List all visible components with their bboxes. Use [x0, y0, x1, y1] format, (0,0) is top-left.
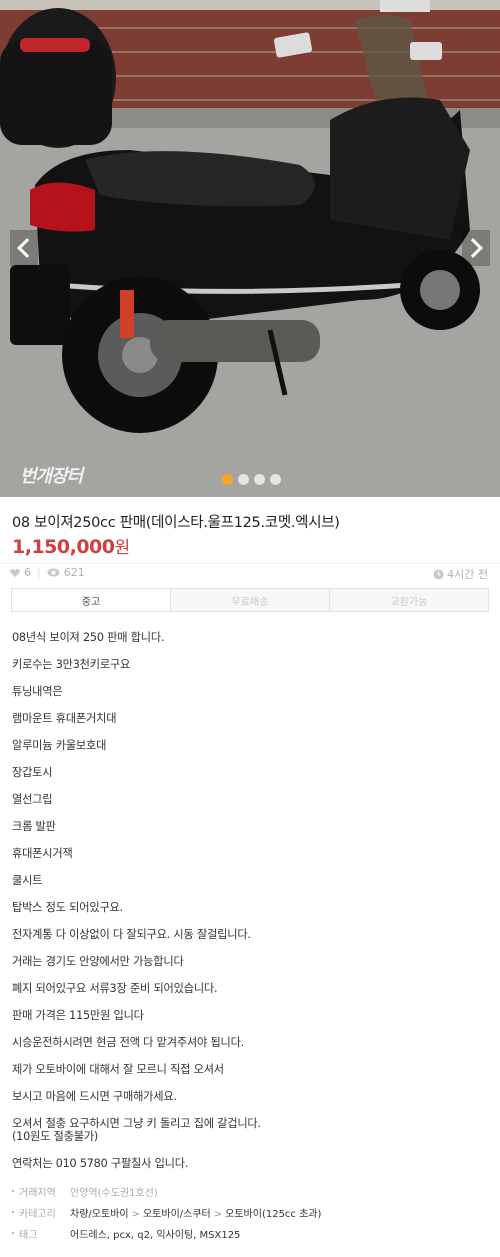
category-breadcrumb: 차량/오토바이 > 오토바이/스쿠터 > 오토바이(125cc 초과): [70, 1205, 321, 1220]
description-line: 연락처는 010 5780 구팔칠사 입니다.: [12, 1157, 189, 1170]
carousel-indicators: [222, 474, 281, 485]
description-line: 알루미늄 카울보호대: [12, 739, 107, 752]
meta-location-row: 거래지역 안양역(수도권1호선): [12, 1183, 158, 1199]
meta-tags-value[interactable]: 어드레스, pcx, q2, 익사이팅, MSX125: [70, 1226, 240, 1241]
description-line: 탑박스 정도 되어있구요.: [12, 901, 123, 914]
meta-category-row: 카테고리 차량/오토바이 > 오토바이/스쿠터 > 오토바이(125cc 초과): [12, 1204, 321, 1220]
description-line: 램마운트 휴대폰거치대: [12, 712, 117, 725]
chevron-left-icon: [17, 238, 37, 258]
listing-price: 1,150,000원: [12, 533, 130, 558]
description-line: 크롬 발판: [12, 820, 56, 833]
like-count: 6: [24, 566, 31, 579]
view-count: 621: [63, 566, 85, 579]
carousel-dot-1[interactable]: [222, 474, 233, 485]
carousel-dot-3[interactable]: [254, 474, 265, 485]
heart-icon: [10, 568, 20, 577]
description-line: 전자계통 다 이상없이 다 잘되구요. 시동 잘걸립니다.: [12, 928, 251, 941]
category-crumb[interactable]: 오토바이(125cc 초과): [225, 1209, 321, 1220]
tab-used[interactable]: 중고: [12, 589, 170, 611]
description-line: 거래는 경기도 안양에서만 가능합니다: [12, 955, 184, 968]
chevron-right-icon: >: [213, 1208, 223, 1220]
bunjang-watermark: 번개장터: [20, 466, 83, 487]
price-unit: 원: [114, 538, 130, 558]
next-photo-button[interactable]: [462, 230, 490, 266]
listing-stats: 6 | 621: [10, 566, 85, 579]
carousel-dot-2[interactable]: [238, 474, 249, 485]
product-photo-carousel[interactable]: 번개장터: [0, 0, 500, 497]
description-line: 키로수는 3만3천키로구요: [12, 658, 131, 671]
description-line: 폐지 되어있구요 서류3장 준비 되어있습니다.: [12, 982, 218, 995]
description-line: (10원도 절충불가): [12, 1130, 99, 1143]
chevron-right-icon: [463, 238, 483, 258]
meta-location-value[interactable]: 안양역(수도권1호선): [70, 1184, 158, 1199]
description-line: 08년식 보이져 250 판매 합니다.: [12, 631, 165, 644]
description-line: 오셔서 절충 요구하시면 그냥 키 돌리고 집에 갈겁니다.: [12, 1117, 261, 1130]
description-line: 휴대폰시거잭: [12, 847, 73, 860]
meta-category-label: 카테고리: [12, 1205, 70, 1220]
description-line: 판매 가격은 115만원 입니다: [12, 1009, 144, 1022]
description-line: 시승운전하시려면 현금 전액 다 맡겨주셔야 됩니다.: [12, 1036, 245, 1049]
meta-label-text: 태그: [19, 1229, 38, 1241]
bullet-icon: [12, 1190, 14, 1192]
prev-photo-button[interactable]: [10, 230, 38, 266]
eye-icon: [47, 568, 60, 577]
description-line: 장갑토시: [12, 766, 53, 779]
listing-title: 08 보이져250cc 판매(데이스타.울프125.코멧.엑시브): [12, 515, 340, 531]
meta-tags-row: 태그 어드레스, pcx, q2, 익사이팅, MSX125: [12, 1225, 240, 1241]
description-line: 쿨시트: [12, 874, 43, 887]
chevron-right-icon: >: [131, 1208, 140, 1220]
description-line: 보시고 마음에 드시면 구매해가세요.: [12, 1090, 177, 1103]
stats-separator: |: [37, 566, 41, 579]
meta-label-text: 카테고리: [19, 1208, 56, 1220]
condition-tabs: 중고 무료배송 교환가능: [11, 588, 489, 612]
bullet-icon: [12, 1232, 14, 1234]
scooter-photo: [0, 0, 500, 497]
price-value: 1,150,000: [12, 536, 115, 558]
tab-free-shipping[interactable]: 무료배송: [170, 589, 329, 611]
description-line: 튜닝내역은: [12, 685, 63, 698]
posted-time: 4시간 전: [433, 566, 488, 582]
clock-icon: [433, 569, 444, 579]
tab-exchange[interactable]: 교환가능: [329, 589, 488, 611]
posted-time-text: 4시간 전: [447, 568, 488, 581]
description-line: 열선그립: [12, 793, 53, 806]
meta-label-text: 거래지역: [19, 1187, 56, 1199]
meta-location-label: 거래지역: [12, 1184, 70, 1199]
carousel-dot-4[interactable]: [270, 474, 281, 485]
divider: [0, 563, 500, 564]
category-crumb[interactable]: 차량/오토바이: [70, 1209, 129, 1220]
description-line: 제가 오토바이에 대해서 잘 모르니 직접 오셔서: [12, 1063, 224, 1076]
meta-tags-label: 태그: [12, 1226, 70, 1241]
bullet-icon: [12, 1211, 14, 1213]
category-crumb[interactable]: 오토바이/스쿠터: [143, 1209, 211, 1220]
